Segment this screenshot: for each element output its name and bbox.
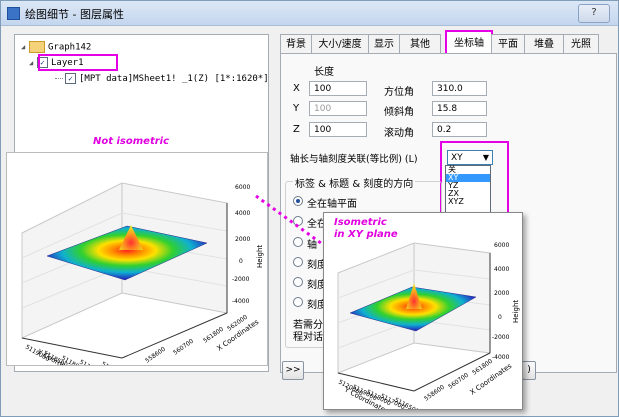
y-tick-label: 5116500 xyxy=(100,361,127,365)
tab-background[interactable]: 背景 xyxy=(280,34,312,54)
note-line-2: 程对话 xyxy=(293,332,323,343)
tab-size-speed[interactable]: 大小/速度 xyxy=(311,34,369,54)
z-tick-label: 0 xyxy=(498,314,502,321)
tab-label: 背景 xyxy=(286,39,306,50)
z-tick-label: 4000 xyxy=(235,210,250,217)
x-tick-label: 560700 xyxy=(447,372,470,391)
tab-label: 大小/速度 xyxy=(318,39,362,50)
z-tick-label: -2000 xyxy=(232,276,250,283)
z-tick-label: 6000 xyxy=(235,184,250,191)
isometric-label: 轴长与轴刻度关联(等比例) (L) xyxy=(290,154,418,165)
z-axis-label: Z xyxy=(293,124,300,135)
tab-lighting[interactable]: 光照 xyxy=(563,34,599,54)
y-length-input[interactable]: 100 xyxy=(309,101,367,116)
window-title: 绘图细节 - 图层属性 xyxy=(25,8,124,21)
tab-label: 平面 xyxy=(498,39,518,50)
tab-display[interactable]: 显示 xyxy=(368,34,400,54)
surface-plot-not-isometric: 6000 4000 2000 0 -2000 -4000 Height 5119… xyxy=(6,152,268,366)
x-length-input[interactable]: 100 xyxy=(309,81,367,96)
roll-input[interactable]: 0.2 xyxy=(432,122,487,137)
tilt-label: 倾斜角 xyxy=(384,107,414,118)
tree-item-plot[interactable]: ✓ [MPT data]MSheet1! _1(Z) [1*:1620*] xyxy=(55,73,269,84)
tab-stack[interactable]: 堆叠 xyxy=(524,34,564,54)
tab-label: 光照 xyxy=(571,39,591,50)
z-tick-label: -4000 xyxy=(232,298,250,305)
z-tick-label: -4000 xyxy=(492,354,510,361)
tree-item-graph[interactable]: ◢ Graph142 xyxy=(21,41,91,53)
radio-option-5[interactable] xyxy=(293,277,303,287)
radio-option-6[interactable] xyxy=(293,297,303,307)
isometric-dropdown-list: 关 XY YZ ZX XYZ xyxy=(445,165,491,215)
surface-plot-svg: 6000 4000 2000 0 -2000 -4000 Height 5119… xyxy=(21,182,264,365)
tree-item-plot-label: [MPT data]MSheet1! _1(Z) [1*:1620*] xyxy=(79,74,269,84)
apply-button[interactable]: ) xyxy=(522,361,536,380)
tab-planes[interactable]: 平面 xyxy=(491,34,525,54)
dropdown-option[interactable]: XYZ xyxy=(446,198,490,206)
collapse-triangle-icon[interactable]: ◢ xyxy=(21,43,29,51)
plot-checkbox[interactable]: ✓ xyxy=(65,73,76,84)
folder-icon xyxy=(29,41,45,53)
z-tick-label: 2000 xyxy=(235,236,250,243)
x-tick-label: 560700 xyxy=(172,338,195,357)
collapse-triangle-icon[interactable]: ◢ xyxy=(29,59,37,67)
z-tick-label: 4000 xyxy=(494,266,509,273)
direction-group-title: 标签 & 标题 & 刻度的方向 xyxy=(293,175,416,190)
tab-other[interactable]: 其他 xyxy=(399,34,441,54)
y-axis-label: Y xyxy=(293,103,300,114)
z-tick-label: 0 xyxy=(239,258,243,265)
isometric-annotation-line1: Isometric xyxy=(334,217,387,228)
layer-highlight-box xyxy=(38,54,118,71)
window-icon xyxy=(7,7,20,20)
z-tick-label: 2000 xyxy=(494,290,509,297)
length-header: 长度 xyxy=(314,67,334,78)
z-length-input[interactable]: 100 xyxy=(309,122,367,137)
z-tick-label: 6000 xyxy=(494,242,509,249)
tab-label: 其他 xyxy=(410,39,430,50)
help-button[interactable]: ? xyxy=(578,4,610,23)
z-axis-title: Height xyxy=(512,300,520,323)
tilt-input[interactable]: 15.8 xyxy=(432,101,487,116)
connector-arrow xyxy=(255,194,326,248)
isometric-combo[interactable]: XY ▼ xyxy=(447,150,493,165)
surface-plot-isometric: 6000 4000 2000 0 -2000 -4000 Height 5120… xyxy=(323,212,523,416)
azimuth-label: 方位角 xyxy=(384,87,414,98)
x-axis-label: X xyxy=(293,83,300,94)
title-bar: 绘图细节 - 图层属性 ? xyxy=(1,1,618,26)
tree-item-graph-label: Graph142 xyxy=(48,42,92,53)
isometric-combo-value: XY xyxy=(451,153,463,163)
z-tick-label: -2000 xyxy=(492,334,510,341)
azimuth-input[interactable]: 310.0 xyxy=(432,81,487,96)
tab-label: 显示 xyxy=(374,39,394,50)
x-tick-label: 558600 xyxy=(144,346,167,365)
connector-line xyxy=(255,194,326,248)
plot-details-dialog: 绘图细节 - 图层属性 ? ◢ Graph142 ◢ ✓ Layer1 ✓ [MPT d… xyxy=(0,0,619,417)
x-tick-label: 558600 xyxy=(423,384,446,403)
tab-label: 坐标轴 xyxy=(454,38,484,49)
tab-label: 堆叠 xyxy=(534,39,554,50)
radio-option-4[interactable] xyxy=(293,257,303,267)
chevron-down-icon: ▼ xyxy=(482,153,489,162)
isometric-annotation-line2: in XY plane xyxy=(334,229,398,240)
expand-button[interactable]: >> xyxy=(282,361,304,380)
roll-label: 滚动角 xyxy=(384,128,414,139)
inset-plot-svg: 6000 4000 2000 0 -2000 -4000 Height 5120… xyxy=(337,242,520,416)
not-isometric-annotation: Not isometric xyxy=(93,136,170,147)
